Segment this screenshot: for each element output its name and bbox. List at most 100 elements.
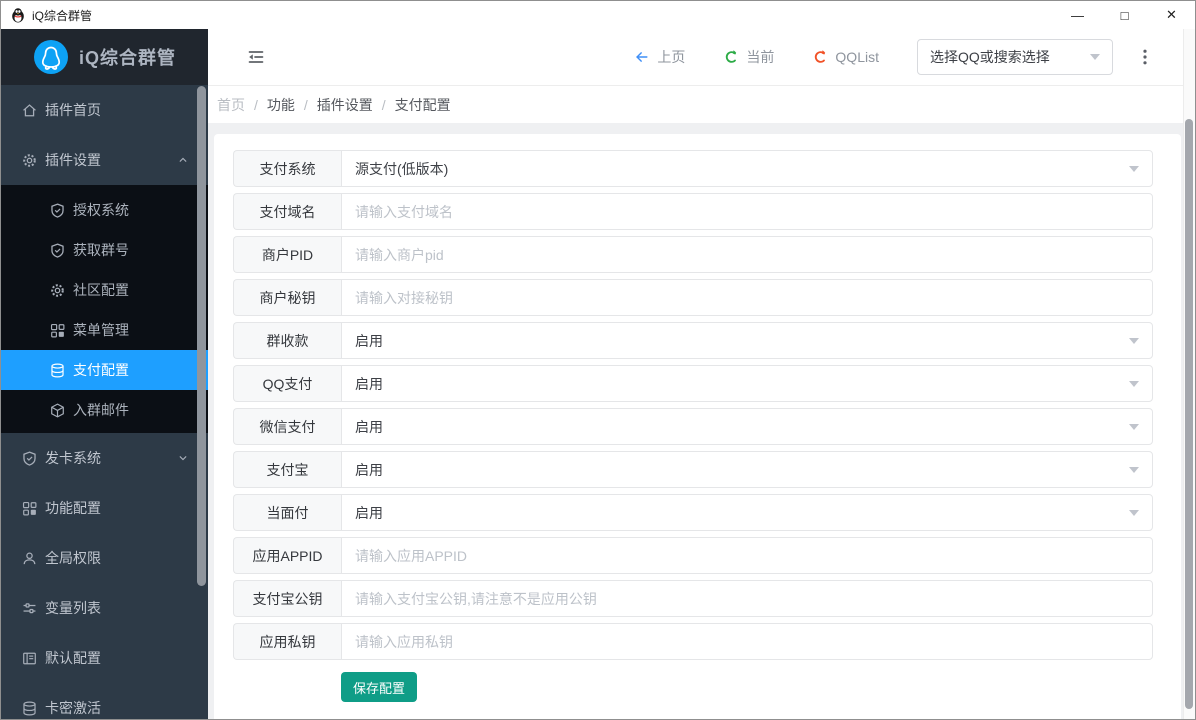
header-actions: 上页 当前 QQList 选择QQ或搜索选择 <box>634 39 1155 75</box>
sidebar-item[interactable]: 支付配置 <box>1 350 208 390</box>
select-value: 启用 <box>355 417 383 437</box>
form-input[interactable] <box>355 634 1139 650</box>
sidebar-item[interactable]: 默认配置 <box>1 633 208 683</box>
form-select[interactable]: 启用 <box>341 365 1153 402</box>
form-input-wrap <box>341 193 1153 230</box>
form-label: 商户PID <box>233 236 341 273</box>
sidebar-item-label: 插件设置 <box>45 150 176 170</box>
sidebar-item[interactable]: 插件首页 <box>1 85 208 135</box>
package-icon <box>49 402 66 419</box>
form-input[interactable] <box>355 548 1139 564</box>
sidebar: iQ综合群管 插件首页插件设置授权系统获取群号社区配置菜单管理支付配置入群邮件发… <box>1 29 208 719</box>
nav-link[interactable]: 当前 <box>723 47 774 67</box>
nav-link-label: 当前 <box>746 47 774 67</box>
breadcrumb: 首页/功能/插件设置/支付配置 <box>208 86 1195 123</box>
window-controls: — □ ✕ <box>1054 1 1195 29</box>
breadcrumb-item[interactable]: 插件设置 <box>317 95 373 115</box>
caret-down-icon <box>1129 467 1139 473</box>
logo-text: iQ综合群管 <box>79 44 176 70</box>
window-scrollbar-track[interactable] <box>1183 29 1195 719</box>
nav-link[interactable]: 上页 <box>634 47 685 67</box>
form-select[interactable]: 启用 <box>341 322 1153 359</box>
chevron-down-icon <box>176 451 190 465</box>
form-input[interactable] <box>355 204 1139 220</box>
form-select[interactable]: 源支付(低版本) <box>341 150 1153 187</box>
breadcrumb-item[interactable]: 支付配置 <box>395 95 451 115</box>
sidebar-item-label: 入群邮件 <box>73 400 190 420</box>
sidebar-item[interactable]: 变量列表 <box>1 583 208 633</box>
sidebar-scrollbar-thumb[interactable] <box>197 86 206 586</box>
form-input-wrap <box>341 623 1153 660</box>
form-card: 支付系统源支付(低版本)支付域名商户PID商户秘钥群收款启用QQ支付启用微信支付… <box>214 134 1181 719</box>
more-vertical-icon[interactable] <box>1135 47 1155 67</box>
select-value: 启用 <box>355 331 383 351</box>
form-input[interactable] <box>355 247 1139 263</box>
qq-select-dropdown[interactable]: 选择QQ或搜索选择 <box>917 39 1113 75</box>
sidebar-menu: 插件首页插件设置授权系统获取群号社区配置菜单管理支付配置入群邮件发卡系统功能配置… <box>1 85 208 719</box>
back-arrow-icon <box>634 49 650 65</box>
select-value: 启用 <box>355 374 383 394</box>
qq-select-value: 选择QQ或搜索选择 <box>930 47 1050 67</box>
sidebar-item[interactable]: 入群邮件 <box>1 390 208 430</box>
sidebar-submenu: 授权系统获取群号社区配置菜单管理支付配置入群邮件 <box>1 185 208 433</box>
form-input[interactable] <box>355 290 1139 306</box>
form-row: 群收款启用 <box>233 322 1153 359</box>
form-select[interactable]: 启用 <box>341 451 1153 488</box>
app-window: iQ综合群管 — □ ✕ iQ综合群管 <box>0 0 1196 720</box>
form-select[interactable]: 启用 <box>341 408 1153 445</box>
user-icon <box>21 550 38 567</box>
form-label: 商户秘钥 <box>233 279 341 316</box>
breadcrumb-item[interactable]: 首页 <box>217 95 245 115</box>
form-row: 支付域名 <box>233 193 1153 230</box>
sidebar-item[interactable]: 菜单管理 <box>1 310 208 350</box>
window-scrollbar-thumb[interactable] <box>1185 119 1193 709</box>
nav-link[interactable]: QQList <box>812 49 879 65</box>
caret-down-icon <box>1090 54 1100 60</box>
menu-fold-icon[interactable] <box>246 47 266 67</box>
titlebar: iQ综合群管 — □ ✕ <box>1 1 1195 29</box>
sidebar-item-label: 发卡系统 <box>45 448 176 468</box>
sidebar-item[interactable]: 功能配置 <box>1 483 208 533</box>
shield-check-icon <box>49 242 66 259</box>
sidebar-item[interactable]: 全局权限 <box>1 533 208 583</box>
sidebar-item-label: 全局权限 <box>45 548 190 568</box>
sidebar-item-label: 插件首页 <box>45 100 190 120</box>
select-value: 启用 <box>355 503 383 523</box>
form-input-wrap <box>341 537 1153 574</box>
caret-down-icon <box>1129 424 1139 430</box>
app-logo: iQ综合群管 <box>1 29 208 85</box>
form-label: 应用APPID <box>233 537 341 574</box>
form-label: QQ支付 <box>233 365 341 402</box>
chevron-up-icon <box>176 153 190 167</box>
form-input[interactable] <box>355 591 1139 607</box>
form-rows: 支付系统源支付(低版本)支付域名商户PID商户秘钥群收款启用QQ支付启用微信支付… <box>233 150 1181 660</box>
gear-icon <box>49 282 66 299</box>
sidebar-item-label: 变量列表 <box>45 598 190 618</box>
sidebar-item-label: 支付配置 <box>73 360 190 380</box>
close-button[interactable]: ✕ <box>1148 1 1195 29</box>
form-row: QQ支付启用 <box>233 365 1153 402</box>
sidebar-item-label: 授权系统 <box>73 200 190 220</box>
breadcrumb-item[interactable]: 功能 <box>267 95 295 115</box>
form-row: 支付系统源支付(低版本) <box>233 150 1153 187</box>
minimize-button[interactable]: — <box>1054 1 1101 29</box>
sidebar-item-label: 功能配置 <box>45 498 190 518</box>
form-select[interactable]: 启用 <box>341 494 1153 531</box>
gear-icon <box>21 152 38 169</box>
sidebar-item[interactable]: 卡密激活 <box>1 683 208 719</box>
sidebar-item[interactable]: 插件设置 <box>1 135 208 185</box>
form-input-wrap <box>341 236 1153 273</box>
save-button[interactable]: 保存配置 <box>341 672 417 702</box>
grid-icon <box>21 500 38 517</box>
form-label: 支付系统 <box>233 150 341 187</box>
caret-down-icon <box>1129 381 1139 387</box>
maximize-button[interactable]: □ <box>1101 1 1148 29</box>
sidebar-item[interactable]: 获取群号 <box>1 230 208 270</box>
nav-link-label: 上页 <box>657 47 685 67</box>
sidebar-item[interactable]: 发卡系统 <box>1 433 208 483</box>
sidebar-item[interactable]: 授权系统 <box>1 190 208 230</box>
coins-icon <box>49 362 66 379</box>
sidebar-item[interactable]: 社区配置 <box>1 270 208 310</box>
breadcrumb-separator: / <box>304 97 308 113</box>
breadcrumb-separator: / <box>254 97 258 113</box>
